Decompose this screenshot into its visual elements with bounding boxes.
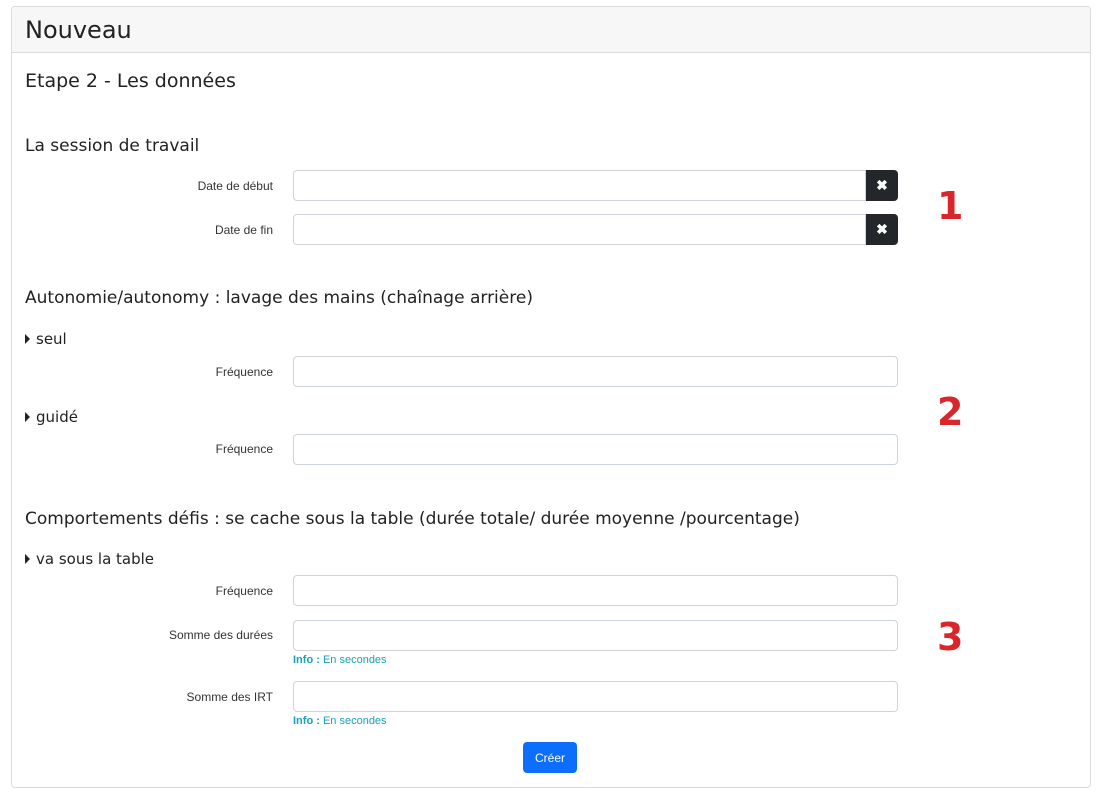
somme-irt-label: Somme des IRT [186, 690, 273, 704]
seul-frequence-input[interactable] [293, 356, 898, 387]
somme-irt-input[interactable] [293, 681, 898, 712]
start-date-group: ✖ [293, 170, 898, 201]
start-date-input[interactable] [293, 170, 866, 201]
info-prefix: Info : [293, 654, 320, 666]
va-sous-table-label: va sous la table [36, 550, 155, 568]
guide-frequence-label: Fréquence [215, 442, 273, 456]
annotation-1: 1 [937, 184, 964, 228]
info-prefix: Info : [293, 715, 320, 727]
comp-frequence-label: Fréquence [215, 584, 273, 598]
comportements-section-title: Comportements défis : se cache sous la t… [25, 509, 800, 529]
step-title: Etape 2 - Les données [25, 70, 236, 92]
caret-right-icon [25, 334, 30, 344]
seul-toggle[interactable]: seul [25, 330, 67, 348]
end-date-group: ✖ [293, 214, 898, 245]
form-card: Nouveau [11, 6, 1091, 788]
somme-durees-help: Info : En secondes [293, 654, 387, 666]
comp-frequence-input[interactable] [293, 575, 898, 606]
times-icon: ✖ [876, 177, 888, 193]
times-icon: ✖ [876, 221, 888, 237]
session-section-title: La session de travail [25, 136, 200, 156]
somme-durees-label: Somme des durées [168, 628, 273, 642]
guide-toggle[interactable]: guidé [25, 408, 78, 426]
end-date-clear-button[interactable]: ✖ [866, 214, 898, 245]
annotation-3: 3 [937, 615, 964, 659]
start-date-label: Date de début [197, 179, 273, 193]
caret-right-icon [25, 412, 30, 422]
seul-label: seul [36, 330, 67, 348]
end-date-input[interactable] [293, 214, 866, 245]
guide-frequence-input[interactable] [293, 434, 898, 465]
start-date-clear-button[interactable]: ✖ [866, 170, 898, 201]
va-sous-table-toggle[interactable]: va sous la table [25, 550, 154, 568]
autonomie-section-title: Autonomie/autonomy : lavage des mains (c… [25, 288, 533, 308]
annotation-2: 2 [937, 390, 964, 434]
info-text: En secondes [322, 654, 387, 666]
somme-durees-input[interactable] [293, 620, 898, 651]
end-date-label: Date de fin [214, 223, 273, 237]
seul-frequence-label: Fréquence [215, 365, 273, 379]
info-text: En secondes [322, 715, 387, 727]
guide-label: guidé [36, 408, 78, 426]
card-header: Nouveau [12, 7, 1090, 53]
create-button[interactable]: Créer [523, 742, 577, 773]
page-title: Nouveau [25, 16, 132, 44]
somme-irt-help: Info : En secondes [293, 715, 387, 727]
caret-right-icon [25, 554, 30, 564]
